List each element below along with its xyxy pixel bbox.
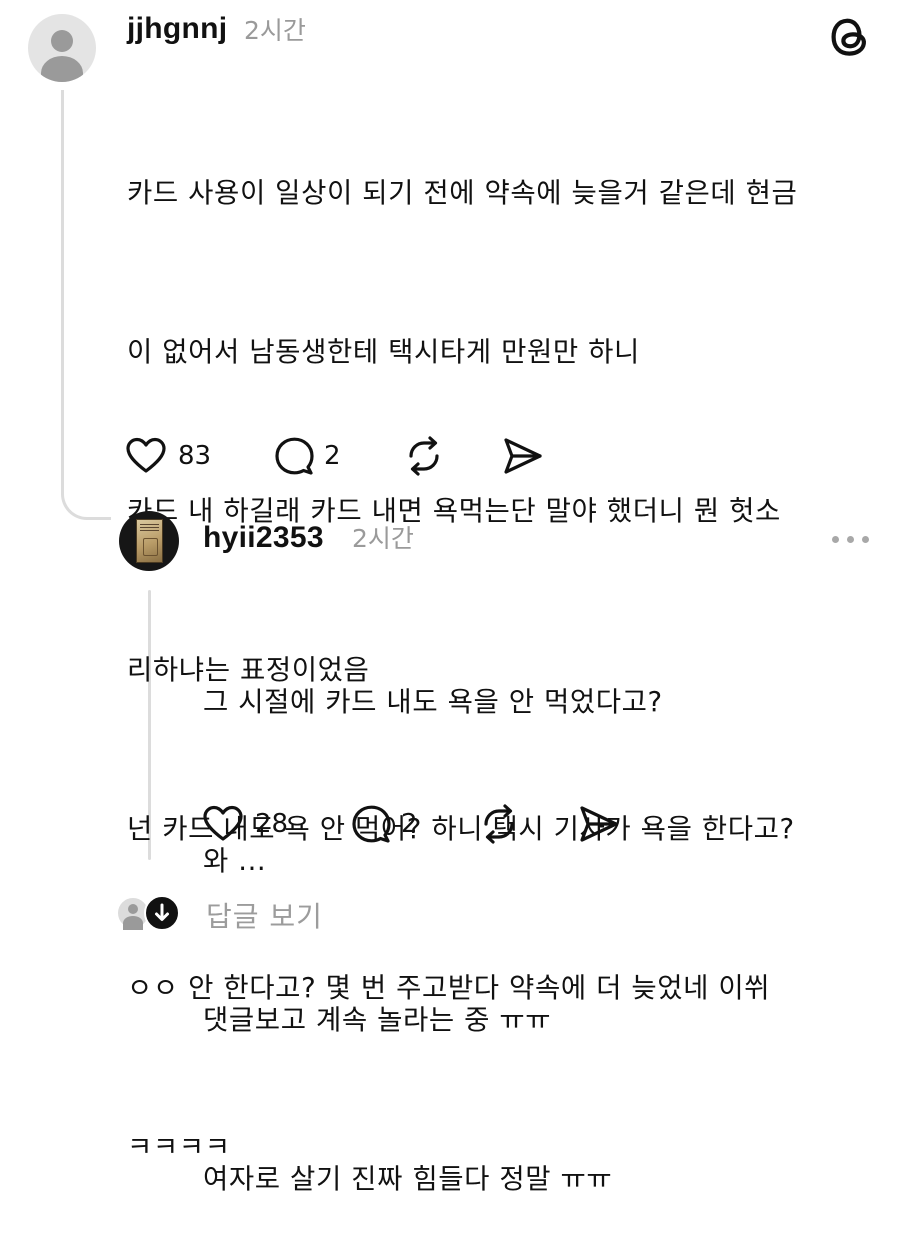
heart-icon[interactable]	[124, 434, 168, 478]
reply-time: 2시간	[352, 524, 414, 553]
reply-line: 여자로 살기 진짜 힘들다 정말 ㅠㅠ	[203, 1163, 613, 1195]
view-replies-link[interactable]: 답글 보기	[206, 895, 323, 935]
send-icon[interactable]	[500, 434, 544, 478]
avatar-head	[51, 30, 73, 52]
reply-count: 2	[324, 441, 341, 471]
reply-line: 그 시절에 카드 내도 욕을 안 먹었다고?	[203, 686, 663, 718]
avatar[interactable]	[119, 511, 179, 571]
post-line: 이 없어서 남동생한테 택시타게 만원만 하니	[127, 336, 640, 368]
reply-count: 2	[401, 809, 418, 839]
like-count: 28	[255, 809, 289, 839]
repost-icon[interactable]	[477, 802, 521, 846]
heart-icon[interactable]	[201, 802, 245, 846]
more-dots-icon[interactable]	[832, 536, 872, 546]
book-cover-image	[136, 519, 163, 563]
reply-line: 댓글보고 계속 놀라는 중 ㅠㅠ	[203, 1004, 552, 1036]
arrow-down-icon	[144, 895, 180, 931]
avatar-body	[41, 56, 83, 82]
repost-icon[interactable]	[402, 434, 446, 478]
post-username[interactable]: jjhgnnj	[127, 14, 227, 44]
comment-bubble-icon[interactable]	[272, 434, 316, 478]
threads-logo-icon[interactable]	[828, 14, 872, 60]
comment-bubble-icon[interactable]	[349, 802, 393, 846]
post-time: 2시간	[244, 16, 306, 45]
thread-connector-line	[61, 90, 111, 520]
avatar[interactable]	[28, 14, 96, 82]
reply-username[interactable]: hyii2353	[203, 523, 324, 553]
send-icon[interactable]	[576, 802, 620, 846]
post-line: 카드 사용이 일상이 되기 전에 약속에 늦을거 같은데 현금	[127, 177, 798, 209]
like-count: 83	[178, 441, 212, 471]
